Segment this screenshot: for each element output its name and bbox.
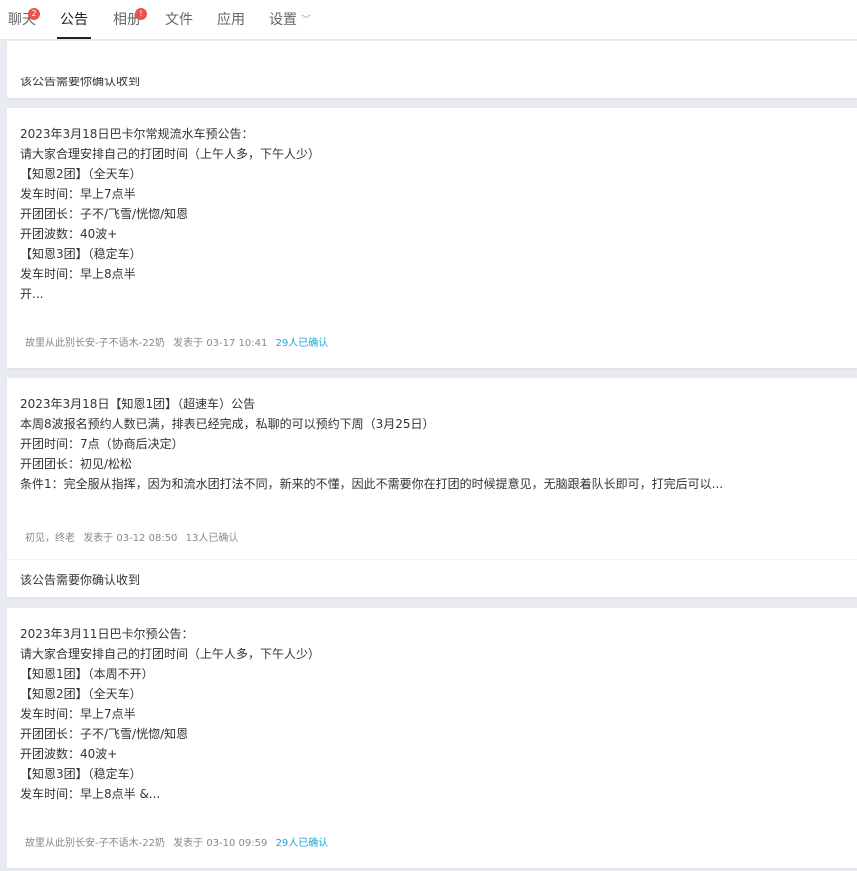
tab-apps[interactable]: 应用 [217,10,245,30]
tab-apps-label: 应用 [217,12,245,28]
notice-card[interactable]: 2023年3月18日【知恩1团】（超速车）公告 本周8波报名预约人数已满，排表已… [7,378,857,597]
tab-chat[interactable]: 聊天 2 [8,8,40,30]
notice-author: 初见，终老 [25,533,75,544]
tab-announcements-label: 公告 [60,12,88,28]
tab-settings[interactable]: 设置 ﹀ [269,10,311,32]
confirm-prompt[interactable]: 该公告需要你确认收到 [20,570,140,590]
notice-card[interactable]: 2023年3月18日巴卡尔常规流水车预公告： 请大家合理安排自己的打团时间（上午… [7,108,857,368]
tab-bar: 聊天 2 公告 相册 ! 文件 应用 设置 ﹀ [0,0,857,40]
notice-author: 故里从此别长安-子不语木-22奶 [25,838,165,849]
notice-content: 2023年3月18日【知恩1团】（超速车）公告 本周8波报名预约人数已满，排表已… [20,397,724,491]
notice-meta: 初见，终老 发表于 03-12 08:50 13人已确认 [25,532,243,546]
notice-card[interactable]: 2023年3月11日巴卡尔预公告： 请大家合理安排自己的打团时间（上午人多，下午… [7,608,857,868]
notice-timestamp: 发表于 03-12 08:50 [83,533,178,544]
notice-card-partial: 该公告需要你确认收到 [7,41,857,98]
notice-content: 2023年3月18日巴卡尔常规流水车预公告： 请大家合理安排自己的打团时间（上午… [20,127,321,301]
confirmed-count-link[interactable]: 29人已确认 [276,838,329,849]
divider [7,559,857,560]
notice-timestamp: 发表于 03-17 10:41 [173,338,268,349]
tab-settings-label: 设置 [269,12,297,28]
confirmed-count-link[interactable]: 29人已确认 [276,338,329,349]
notice-meta: 故里从此别长安-子不语木-22奶 发表于 03-17 10:41 29人已确认 [25,337,333,351]
notice-meta: 故里从此别长安-子不语木-22奶 发表于 03-10 09:59 29人已确认 [25,837,333,851]
notice-content: 2023年3月11日巴卡尔预公告： 请大家合理安排自己的打团时间（上午人多，下午… [20,627,321,801]
notice-author: 故里从此别长安-子不语木-22奶 [25,338,165,349]
active-tab-indicator [57,37,91,39]
album-alert-badge: ! [135,8,147,20]
chevron-down-icon: ﹀ [301,15,311,26]
confirm-prompt[interactable]: 该公告需要你确认收到 [20,77,140,91]
chat-unread-badge: 2 [28,8,40,20]
tab-album[interactable]: 相册 ! [113,8,147,30]
tab-files[interactable]: 文件 [165,10,193,30]
notice-list[interactable]: 该公告需要你确认收到 2023年3月18日巴卡尔常规流水车预公告： 请大家合理安… [0,41,857,871]
notice-timestamp: 发表于 03-10 09:59 [173,838,268,849]
tab-files-label: 文件 [165,12,193,28]
tab-announcements[interactable]: 公告 [57,10,91,39]
confirmed-count[interactable]: 13人已确认 [186,533,239,544]
